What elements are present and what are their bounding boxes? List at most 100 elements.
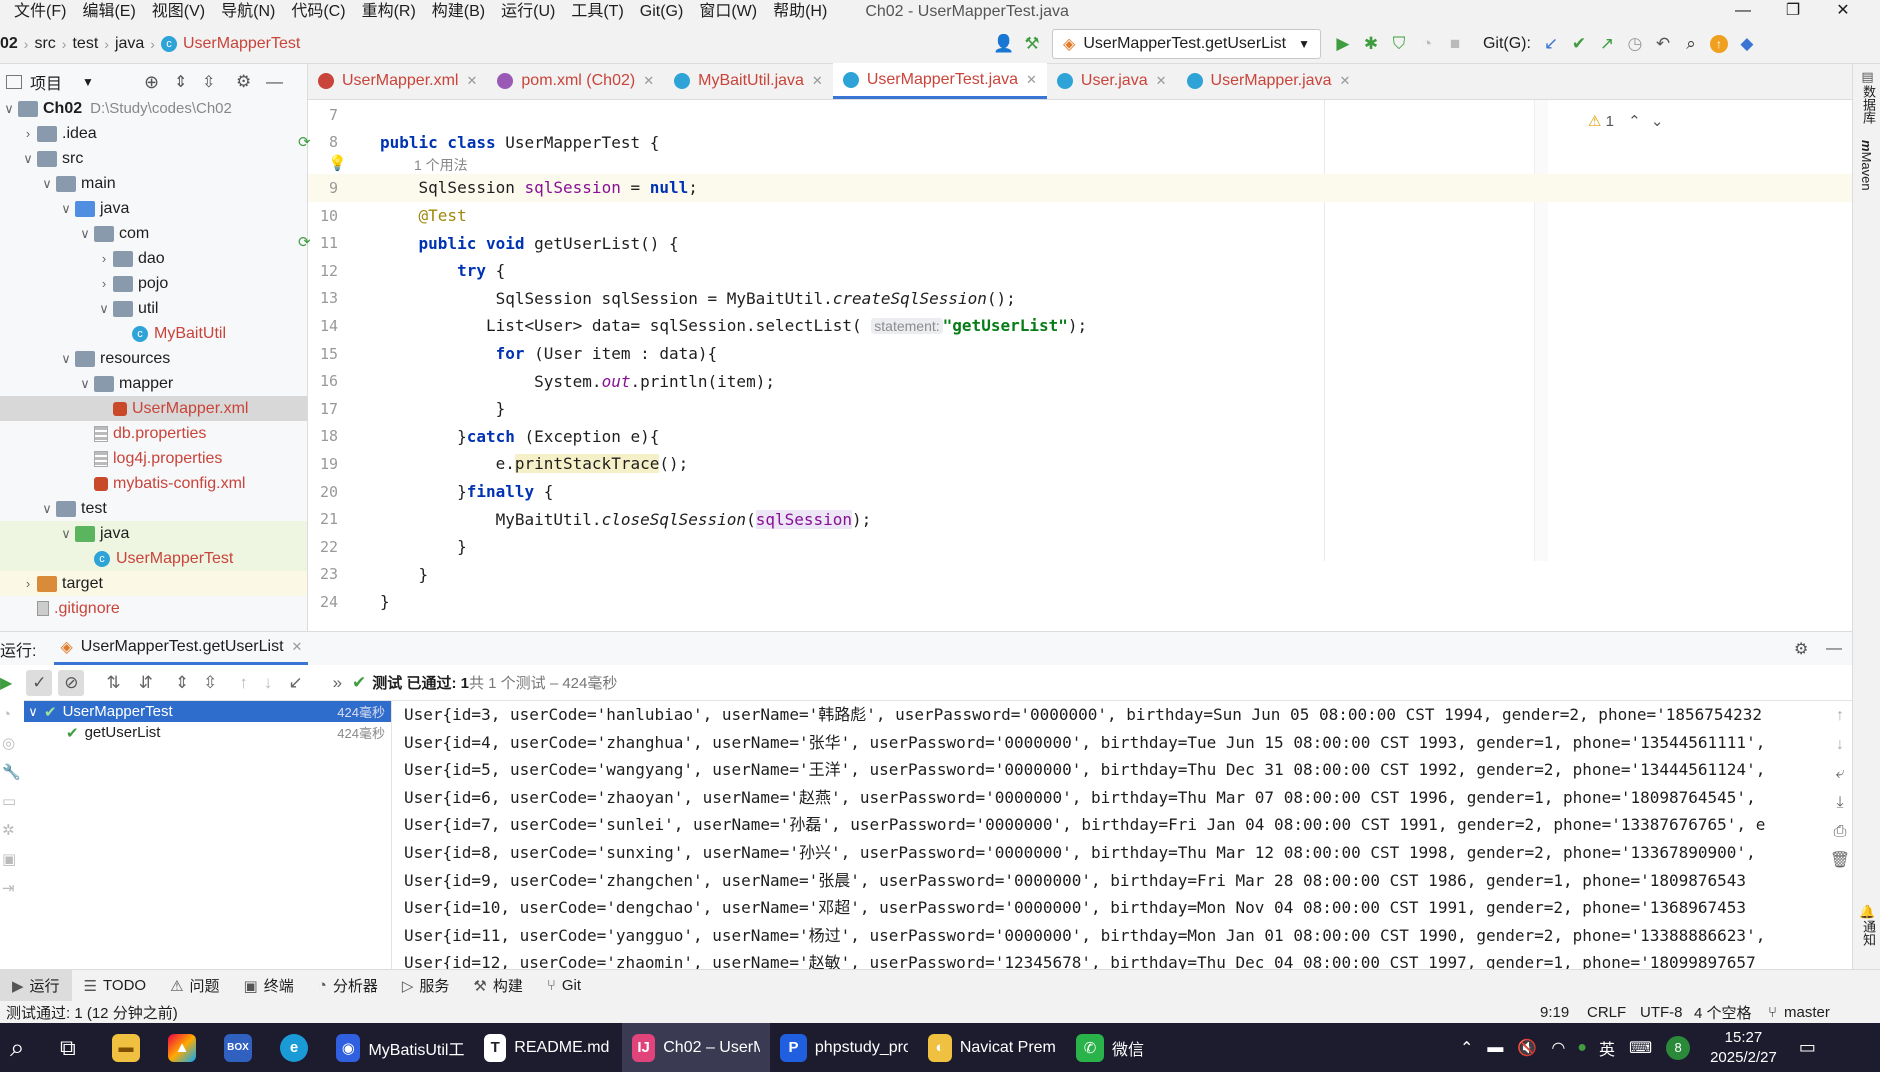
code-line[interactable]: 8 ⟳ public class UserMapperTest { [298, 129, 1852, 157]
editor-tab[interactable]: pom.xml (Ch02) ✕ [487, 63, 664, 99]
code-line[interactable]: 12 try { [308, 257, 1852, 285]
collapse-all-icon[interactable]: ⇳ [202, 72, 215, 92]
close-tab-icon[interactable]: ✕ [812, 73, 823, 89]
notification-icon[interactable]: ▭ [1799, 1037, 1816, 1058]
history-icon[interactable]: ◷ [1621, 30, 1649, 58]
breadcrumb-project[interactable]: 02 [0, 35, 18, 53]
indent-setting[interactable]: 4 个空格 [1694, 1002, 1752, 1023]
app-icon-a[interactable]: ▲ [158, 1023, 214, 1072]
chevron-right-icon[interactable]: › [95, 251, 113, 266]
restore-layout-icon[interactable]: ◎ [2, 729, 24, 758]
rerun-icon[interactable]: ▶ [0, 673, 12, 693]
exit-icon[interactable]: ⇥ [2, 874, 24, 903]
menu-item[interactable]: 工具(T) [563, 0, 631, 24]
menu-item[interactable]: 重构(R) [354, 0, 424, 24]
run-icon[interactable]: ▶ [1329, 30, 1357, 58]
git-update-icon[interactable]: ↙ [1537, 30, 1565, 58]
tree-node[interactable]: ∨ com [0, 221, 307, 246]
tree-node[interactable]: ∨ main [0, 171, 307, 196]
file-explorer-icon[interactable]: ▬ [102, 1023, 158, 1072]
run-tab[interactable]: ◈ UserMapperTest.getUserList ✕ [54, 632, 309, 665]
taskbar-app[interactable]: IJ Ch02 – UserM... [622, 1023, 770, 1072]
project-panel-title[interactable]: 项目 [30, 70, 62, 94]
editor-tab[interactable]: UserMapper.xml ✕ [308, 63, 487, 99]
code-line[interactable]: 14 List<User> data= sqlSession.selectLis… [308, 312, 1852, 340]
chevron-up-icon[interactable]: ⌃ [1460, 1038, 1473, 1058]
chevron-down-icon[interactable]: ∨ [57, 351, 75, 367]
line-number[interactable]: 14 [308, 317, 372, 335]
taskbar-app[interactable]: ✆ 微信 [1066, 1023, 1176, 1072]
chevron-down-icon[interactable]: ∨ [76, 376, 94, 392]
chevron-down-icon[interactable]: ∨ [57, 526, 75, 542]
ime-indicator[interactable]: 英 [1599, 1036, 1615, 1060]
breadcrumb-java[interactable]: java [115, 35, 144, 53]
code-line[interactable]: 19 e.printStackTrace(); [308, 450, 1852, 478]
show-ignored-icon[interactable]: ⊘ [58, 669, 85, 696]
code-line[interactable]: 13 SqlSession sqlSession = MyBaitUtil.cr… [308, 285, 1852, 313]
tool-tab-terminal[interactable]: ▣ 终端 [232, 975, 306, 996]
breadcrumb-src[interactable]: src [34, 35, 55, 53]
tool-tab-git[interactable]: ⑂ Git [535, 977, 593, 994]
sort-alpha-icon[interactable]: ⇅ [106, 673, 120, 693]
tree-node[interactable]: ∨ Ch02 D:\Study\codes\Ch02 [0, 96, 307, 121]
chevron-right-icon[interactable]: › [95, 276, 113, 291]
code-line[interactable]: 20 }finally { [308, 478, 1852, 506]
editor-tab[interactable]: MyBaitUtil.java ✕ [664, 63, 833, 99]
tree-node[interactable]: › target [0, 571, 307, 596]
chevron-down-icon[interactable]: ∨ [57, 201, 75, 217]
menu-item[interactable]: 视图(V) [144, 0, 213, 24]
line-number[interactable]: 12 [308, 262, 372, 280]
chevron-down-icon[interactable]: ∨ [38, 176, 56, 192]
editor-tab[interactable]: UserMapper.java ✕ [1177, 63, 1361, 99]
tool-tab-services[interactable]: ▷ 服务 [390, 975, 462, 996]
console-line[interactable]: User{id=9, userCode='zhangchen', userNam… [392, 867, 1824, 895]
close-tab-icon[interactable]: ✕ [1156, 73, 1167, 89]
code-line[interactable]: 10 @Test [308, 202, 1852, 230]
camera-icon[interactable]: ▣ [2, 845, 24, 874]
menu-item[interactable]: 窗口(W) [691, 0, 765, 24]
line-number[interactable]: 9 [308, 179, 372, 197]
console-line[interactable]: User{id=8, userCode='sunxing', userName=… [392, 839, 1824, 867]
menu-item[interactable]: 代码(C) [283, 0, 353, 24]
tree-node[interactable]: mybatis-config.xml [0, 471, 307, 496]
console-line[interactable]: User{id=7, userCode='sunlei', userName='… [392, 811, 1824, 839]
close-tab-icon[interactable]: ✕ [643, 73, 654, 89]
editor-tab[interactable]: UserMapperTest.java ✕ [832, 63, 1047, 99]
scroll-end-icon[interactable]: ⤓ [1828, 788, 1852, 817]
git-push-icon[interactable]: ↗ [1593, 30, 1621, 58]
export-icon[interactable]: ↙ [288, 673, 302, 693]
trash-icon[interactable]: 🗑 [1828, 846, 1852, 875]
tree-node[interactable]: ∨ src [0, 146, 307, 171]
console-line[interactable]: User{id=12, userCode='zhaomin', userName… [392, 949, 1824, 970]
tree-node[interactable]: c MyBaitUtil [0, 321, 307, 346]
menu-item[interactable]: Git(G) [632, 0, 692, 24]
tree-node[interactable]: ∨ java [0, 196, 307, 221]
user-icon[interactable]: 👤 [990, 30, 1018, 58]
chevron-right-icon[interactable]: › [19, 126, 37, 141]
soft-wrap-icon[interactable]: ⤶ [1828, 759, 1852, 788]
battery-icon[interactable]: ▬ [1487, 1039, 1503, 1057]
chevron-down-icon[interactable]: ∨ [0, 101, 18, 117]
console-line[interactable]: User{id=3, userCode='hanlubiao', userNam… [392, 701, 1824, 729]
console-line[interactable]: User{id=4, userCode='zhanghua', userName… [392, 729, 1824, 757]
console-line[interactable]: User{id=6, userCode='zhaoyan', userName=… [392, 784, 1824, 812]
line-number[interactable]: 13 [308, 289, 372, 307]
tray-app-icon[interactable]: ● [1577, 1039, 1587, 1057]
code-line[interactable]: 21 MyBaitUtil.closeSqlSession(sqlSession… [308, 505, 1852, 533]
task-view-icon[interactable]: ⧉ [50, 1023, 102, 1072]
tree-node[interactable]: ∨ resources [0, 346, 307, 371]
console-line[interactable]: User{id=10, userCode='dengchao', userNam… [392, 894, 1824, 922]
code-editor[interactable]: ⚠ 1 ⌃ ⌄ 7 8 ⟳ public class UserMapperTest {… [298, 100, 1852, 631]
code-line[interactable]: 24} [308, 588, 1852, 616]
chevron-down-icon[interactable]: ∨ [95, 301, 113, 317]
code-line[interactable]: 23 } [308, 561, 1852, 589]
jetbrains-icon[interactable]: ◆ [1733, 30, 1761, 58]
close-tab-icon[interactable]: ✕ [1339, 73, 1350, 89]
code-line[interactable]: 22 } [308, 533, 1852, 561]
keyboard-icon[interactable]: ⌨ [1629, 1038, 1652, 1058]
test-tree-node[interactable]: ✔ getUserList 424毫秒 [24, 722, 391, 743]
line-number[interactable]: 19 [308, 455, 372, 473]
code-line[interactable]: 7 [308, 101, 1852, 129]
line-number[interactable]: 18 [308, 427, 372, 445]
tree-node[interactable]: db.properties [0, 421, 307, 446]
